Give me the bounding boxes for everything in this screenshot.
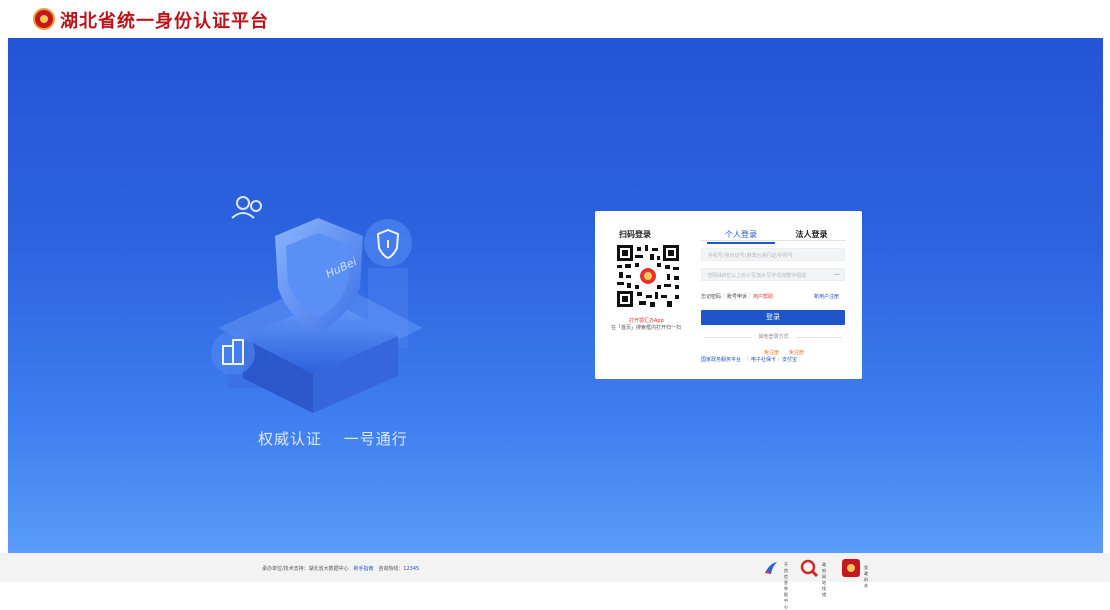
footer: 承办单位/技术支持：湖北省大数据中心 新手指南 咨询热线：12345 不良信息 … [0, 553, 1110, 609]
qr-login-title[interactable]: 扫码登录 [619, 229, 651, 240]
third-party-logins: 国家政务服务平台 | 电子社保卡 | 支付宝 [701, 356, 851, 364]
tab-legal-person-login[interactable]: 法人登录 [779, 229, 844, 240]
divider: | [749, 293, 751, 299]
no-register-tag: 免注册 [789, 350, 805, 356]
divider: | [778, 356, 780, 362]
report-center-icon [765, 562, 777, 574]
site-title[interactable]: 湖北省统一身份认证平台 [60, 7, 269, 33]
login-button[interactable]: 登录 [701, 310, 845, 325]
account-appeal-link[interactable]: 账号申诉 [727, 293, 747, 300]
user-help-link[interactable]: 用户帮助 [753, 293, 773, 300]
divider-line [796, 337, 842, 338]
forgot-password-link[interactable]: 忘记密码 [701, 293, 721, 300]
login-tabs: 个人登录 法人登录 [701, 229, 846, 244]
divider: | [747, 356, 749, 362]
qr-caption-instruction: 在「首页」搜索框内打开扫一扫 [611, 325, 682, 331]
party-gov-line1: 党政机关 [864, 565, 868, 588]
e-social-card-link[interactable]: 电子社保卡 [751, 356, 776, 363]
gov-site-error-line2: 找错 [822, 586, 826, 597]
hubei-emblem-icon [33, 8, 55, 30]
alipay-link[interactable]: 支付宝 [782, 356, 797, 363]
auxiliary-links: 忘记密码 | 账号申诉 | 用户帮助 新用户注册 [701, 293, 846, 301]
gov-site-error-line1: 政府网站 [822, 562, 826, 585]
hotline-number: 12345 [403, 566, 420, 572]
guide-link[interactable]: 新手指南 [353, 566, 373, 572]
slogan: 权威认证 一号通行 [258, 428, 424, 449]
national-gov-service-link[interactable]: 国家政务服务平台 [701, 356, 741, 363]
hero-banner: HuBei 权威认证 一号通行 [8, 38, 1103, 553]
register-link[interactable]: 新用户注册 [814, 293, 839, 300]
other-login-methods: 其他登录方式 [701, 333, 846, 341]
security-illustration: HuBei [211, 196, 423, 413]
host-org: 承办单位/技术支持：湖北省大数据中心 [262, 566, 349, 572]
party-gov-icon [842, 559, 860, 577]
slogan-one-number: 一号通行 [343, 430, 408, 448]
no-register-tag: 免注册 [764, 350, 780, 356]
report-center-line1: 不良信息 [784, 562, 788, 585]
eye-icon[interactable]: ︶ [834, 272, 840, 281]
users-icon [231, 196, 262, 219]
hotline-label: 咨询热线： [378, 566, 404, 572]
gov-site-error-icon [800, 559, 818, 577]
qr-caption-app: 打开鄂汇办App [629, 318, 664, 324]
slogan-authority: 权威认证 [258, 430, 323, 448]
tab-personal-login[interactable]: 个人登录 [707, 229, 775, 244]
report-center-line2: 举报中心 [784, 586, 788, 609]
footer-info: 承办单位/技术支持：湖北省大数据中心 新手指南 咨询热线：12345 [262, 565, 419, 572]
login-panel: 扫码登录 打开鄂汇办App 在「首页」搜索框内打开扫一扫 个人登录 法人登录 手… [595, 211, 862, 379]
qr-code [617, 245, 679, 307]
password-placeholder: 密码由8位以上的小写加大写字母加数字组成 [708, 273, 807, 279]
username-input[interactable]: 手机号/身份证号/港澳台通行证/护照号 [701, 248, 845, 261]
header: 湖北省统一身份认证平台 [0, 0, 1110, 38]
divider: | [723, 293, 725, 299]
password-input[interactable]: 密码由8位以上的小写加大写字母加数字组成 ︶ [701, 268, 845, 281]
